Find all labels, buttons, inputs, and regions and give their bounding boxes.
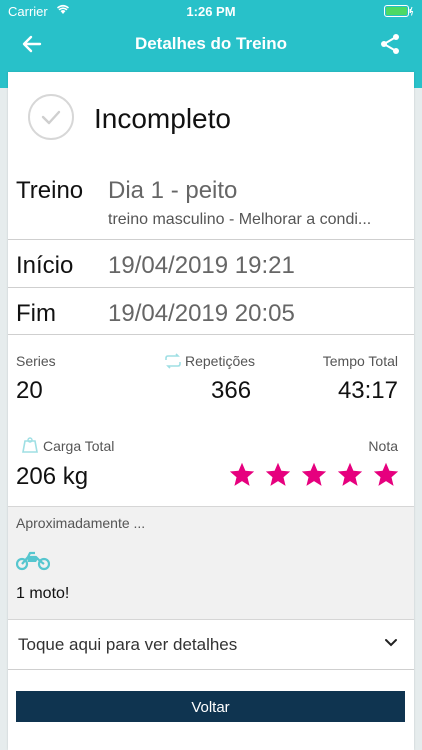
star-icon <box>301 462 327 486</box>
repeat-icon <box>164 353 182 374</box>
fim-row: Fim 19/04/2019 20:05 <box>8 288 414 335</box>
check-circle-icon <box>28 94 74 140</box>
chevron-down-icon <box>384 635 398 653</box>
reps-value: 366 <box>211 377 252 404</box>
series-label: Series <box>16 353 56 369</box>
inicio-value: 19/04/2019 19:21 <box>108 252 295 279</box>
treino-subtitle: treino masculino - Melhorar a condi... <box>108 211 372 228</box>
voltar-button[interactable]: Voltar <box>16 691 405 722</box>
details-label: Toque aqui para ver detalhes <box>18 635 238 654</box>
reps-label: Repetições <box>185 353 256 369</box>
page-title: Detalhes do Treino <box>134 34 288 53</box>
series-value: 20 <box>16 377 43 404</box>
star-icon <box>265 462 291 486</box>
workout-detail-card: Incompleto Treino Dia 1 - peito treino m… <box>8 72 414 750</box>
treino-row: Treino Dia 1 - peito treino masculino - … <box>8 167 414 240</box>
status-bar: Carrier 1:26 PM <box>0 0 422 22</box>
approx-title: Aproximadamente ... <box>16 515 146 531</box>
workout-status: Incompleto <box>94 103 231 134</box>
approx-value: 1 moto! <box>16 585 70 602</box>
carga-label: Carga Total <box>43 438 115 454</box>
star-icon <box>229 462 255 486</box>
star-icon <box>337 462 363 486</box>
battery-icon <box>384 5 414 20</box>
approx-section: Aproximadamente ... 1 moto! <box>8 506 414 620</box>
fim-label: Fim <box>16 300 56 327</box>
stats-section: Series 20 Repetições 366 Tempo Total 43:… <box>8 335 414 505</box>
treino-name: Dia 1 - peito <box>108 177 238 204</box>
status-row: Incompleto <box>8 72 414 167</box>
inicio-label: Início <box>16 252 74 279</box>
rating-stars <box>228 461 400 489</box>
nota-label: Nota <box>368 438 398 454</box>
status-time: 1:26 PM <box>186 4 236 19</box>
inicio-row: Início 19/04/2019 19:21 <box>8 240 414 288</box>
tempo-value: 43:17 <box>337 377 398 404</box>
tempo-label: Tempo Total <box>322 353 398 369</box>
weight-icon <box>20 437 40 458</box>
motorcycle-icon <box>15 549 51 576</box>
fim-value: 19/04/2019 20:05 <box>108 300 295 327</box>
share-icon[interactable] <box>378 32 402 56</box>
carga-value: 206 kg <box>16 463 89 490</box>
details-toggle[interactable]: Toque aqui para ver detalhes <box>8 619 414 670</box>
treino-label: Treino <box>16 177 84 204</box>
nav-bar: Detalhes do Treino <box>0 22 422 66</box>
star-icon <box>373 462 399 486</box>
